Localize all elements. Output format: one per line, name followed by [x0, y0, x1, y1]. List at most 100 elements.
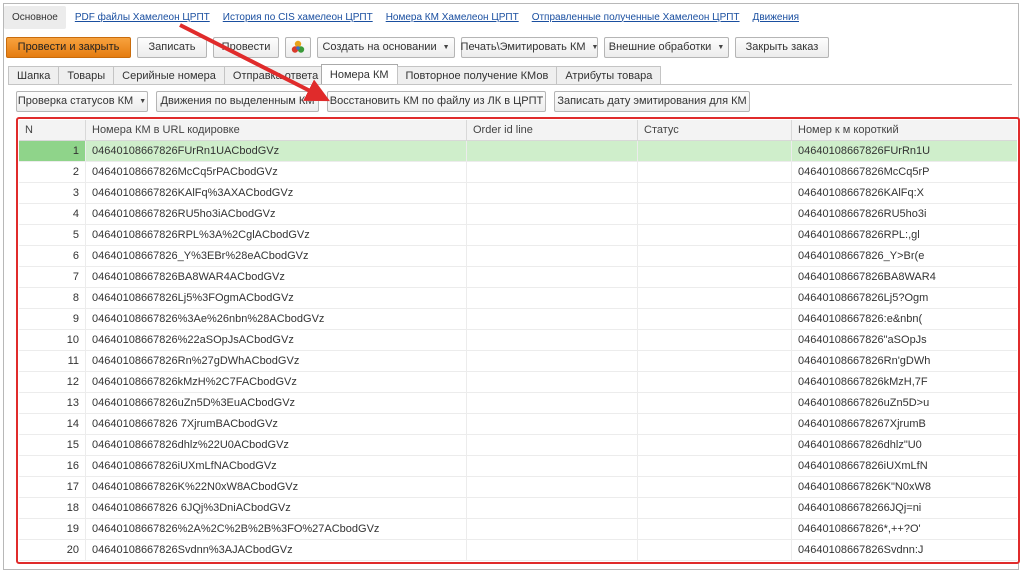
table-row[interactable]: 6 04640108667826_Y%3EBr%28eACbodGVz 046401… [19, 246, 1017, 267]
column-header-status[interactable]: Статус [638, 120, 792, 140]
cell-n[interactable]: 18 [19, 498, 86, 518]
cell-short[interactable]: 04640108667826KAlFq:X [792, 183, 1017, 203]
cell-order-id[interactable] [467, 477, 638, 497]
cell-url[interactable]: 04640108667826Lj5%3FOgmACbodGVz [86, 288, 467, 308]
cell-status[interactable] [638, 183, 792, 203]
column-header-short[interactable]: Номер к м короткий [792, 120, 1017, 140]
cell-url[interactable]: 04640108667826iUXmLfNACbodGVz [86, 456, 467, 476]
tab-goods-attributes[interactable]: Атрибуты товара [556, 66, 662, 84]
cell-n[interactable]: 5 [19, 225, 86, 245]
tab-km-numbers[interactable]: Номера КМ [320, 64, 398, 84]
save-button[interactable]: Записать [137, 36, 207, 58]
cell-url[interactable]: 04640108667826%3Ae%26nbn%28ACbodGVz [86, 309, 467, 329]
cell-short[interactable]: 046401086678266JQj=ni [792, 498, 1017, 518]
cell-status[interactable] [638, 141, 792, 161]
table-row[interactable]: 20 04640108667826Svdnn%3AJACbodGVz 0464010… [19, 540, 1017, 561]
cell-short[interactable]: 04640108667826Rn'gDWh [792, 351, 1017, 371]
column-header-n[interactable]: N [19, 120, 86, 140]
cell-n[interactable]: 4 [19, 204, 86, 224]
cell-url[interactable]: 04640108667826KAlFq%3AXACbodGVz [86, 183, 467, 203]
table-row[interactable]: 2 04640108667826McCq5rPACbodGVz 0464010866… [19, 162, 1017, 183]
cell-short[interactable]: 04640108667826_Y>Br(e [792, 246, 1017, 266]
table-row[interactable]: 5 04640108667826RPL%3A%2CglACbodGVz 046401… [19, 225, 1017, 246]
cell-order-id[interactable] [467, 288, 638, 308]
cell-order-id[interactable] [467, 309, 638, 329]
cell-short[interactable]: 04640108667826dhlz"U0 [792, 435, 1017, 455]
nav-pdf-files[interactable]: PDF файлы Хамелеон ЦРПТ [75, 12, 210, 23]
table-row[interactable]: 11 04640108667826Rn%27gDWhACbodGVz 0464010… [19, 351, 1017, 372]
cell-n[interactable]: 9 [19, 309, 86, 329]
movements-selected-button[interactable]: Движения по выделенным КМ [156, 90, 319, 112]
cell-url[interactable]: 04640108667826Svdnn%3AJACbodGVz [86, 540, 467, 560]
cell-url[interactable]: 04640108667826FUrRn1UACbodGVz [86, 141, 467, 161]
nav-movements[interactable]: Движения [753, 12, 799, 23]
table-row[interactable]: 8 04640108667826Lj5%3FOgmACbodGVz 04640108… [19, 288, 1017, 309]
tab-serial-numbers[interactable]: Серийные номера [113, 66, 225, 84]
cell-short[interactable]: 04640108667826uZn5D>u [792, 393, 1017, 413]
cell-status[interactable] [638, 225, 792, 245]
tab-km-reget[interactable]: Повторное получение КМов [396, 66, 558, 84]
cell-status[interactable] [638, 540, 792, 560]
cell-url[interactable]: 04640108667826kMzH%2C7FACbodGVz [86, 372, 467, 392]
cell-url[interactable]: 04640108667826_Y%3EBr%28eACbodGVz [86, 246, 467, 266]
nav-km-numbers[interactable]: Номера КМ Хамелеон ЦРПТ [386, 12, 519, 23]
cell-status[interactable] [638, 330, 792, 350]
cell-url[interactable]: 04640108667826%22aSOpJsACbodGVz [86, 330, 467, 350]
km-table[interactable]: N Номера КМ в URL кодировке Order id lin… [19, 120, 1017, 561]
cell-url[interactable]: 04640108667826RU5ho3iACbodGVz [86, 204, 467, 224]
cell-order-id[interactable] [467, 330, 638, 350]
cell-short[interactable]: 04640108667826BA8WAR4 [792, 267, 1017, 287]
table-row[interactable]: 17 04640108667826K%22N0xW8ACbodGVz 0464010… [19, 477, 1017, 498]
post-button[interactable]: Провести [213, 36, 279, 58]
cell-n[interactable]: 13 [19, 393, 86, 413]
cell-url[interactable]: 04640108667826McCq5rPACbodGVz [86, 162, 467, 182]
cell-order-id[interactable] [467, 162, 638, 182]
cell-order-id[interactable] [467, 372, 638, 392]
cell-status[interactable] [638, 414, 792, 434]
cell-status[interactable] [638, 477, 792, 497]
check-status-button[interactable]: Проверка статусов КМ ▼ [16, 90, 148, 112]
tab-goods[interactable]: Товары [58, 66, 115, 84]
table-row[interactable]: 19 04640108667826%2A%2C%2B%2B%3FO%27ACbod… [19, 519, 1017, 540]
cell-short[interactable]: 04640108667826RU5ho3i [792, 204, 1017, 224]
restore-km-button[interactable]: Восстановить КМ по файлу из ЛК в ЦРПТ [327, 90, 546, 112]
cell-url[interactable]: 04640108667826 6JQj%3DniACbodGVz [86, 498, 467, 518]
cell-status[interactable] [638, 435, 792, 455]
cell-order-id[interactable] [467, 498, 638, 518]
post-and-close-button[interactable]: Провести и закрыть [6, 36, 131, 58]
cell-short[interactable]: 04640108667826kMzH,7F [792, 372, 1017, 392]
table-row[interactable]: 12 04640108667826kMzH%2C7FACbodGVz 0464010… [19, 372, 1017, 393]
cell-order-id[interactable] [467, 204, 638, 224]
cell-short[interactable]: 04640108667826Svdnn:J [792, 540, 1017, 560]
cell-status[interactable] [638, 288, 792, 308]
report-button[interactable] [285, 36, 311, 58]
tab-header[interactable]: Шапка [8, 66, 60, 84]
cell-url[interactable]: 04640108667826Rn%27gDWhACbodGVz [86, 351, 467, 371]
create-based-on-button[interactable]: Создать на основании ▼ [317, 36, 455, 58]
cell-order-id[interactable] [467, 267, 638, 287]
table-row[interactable]: 1 04640108667826FUrRn1UACbodGVz 0464010866… [19, 141, 1017, 162]
cell-n[interactable]: 2 [19, 162, 86, 182]
table-row[interactable]: 9 04640108667826%3Ae%26nbn%28ACbodGVz 0464… [19, 309, 1017, 330]
cell-n[interactable]: 3 [19, 183, 86, 203]
cell-url[interactable]: 04640108667826dhlz%22U0ACbodGVz [86, 435, 467, 455]
cell-order-id[interactable] [467, 540, 638, 560]
cell-short[interactable]: 04640108667826K"N0xW8 [792, 477, 1017, 497]
close-order-button[interactable]: Закрыть заказ [735, 36, 829, 58]
column-header-order-id[interactable]: Order id line [467, 120, 638, 140]
cell-short[interactable]: 04640108667826McCq5rP [792, 162, 1017, 182]
external-processing-button[interactable]: Внешние обработки ▼ [604, 36, 729, 58]
table-row[interactable]: 10 04640108667826%22aSOpJsACbodGVz 0464010… [19, 330, 1017, 351]
cell-n[interactable]: 10 [19, 330, 86, 350]
cell-short[interactable]: 04640108667826*,++?O' [792, 519, 1017, 539]
nav-sent-received[interactable]: Отправленные полученные Хамелеон ЦРПТ [532, 12, 740, 23]
cell-status[interactable] [638, 519, 792, 539]
cell-n[interactable]: 17 [19, 477, 86, 497]
cell-status[interactable] [638, 456, 792, 476]
table-row[interactable]: 16 04640108667826iUXmLfNACbodGVz 046401086… [19, 456, 1017, 477]
cell-status[interactable] [638, 267, 792, 287]
cell-n[interactable]: 16 [19, 456, 86, 476]
cell-short[interactable]: 04640108667826:e&nbn( [792, 309, 1017, 329]
cell-n[interactable]: 20 [19, 540, 86, 560]
table-row[interactable]: 4 04640108667826RU5ho3iACbodGVz 0464010866… [19, 204, 1017, 225]
